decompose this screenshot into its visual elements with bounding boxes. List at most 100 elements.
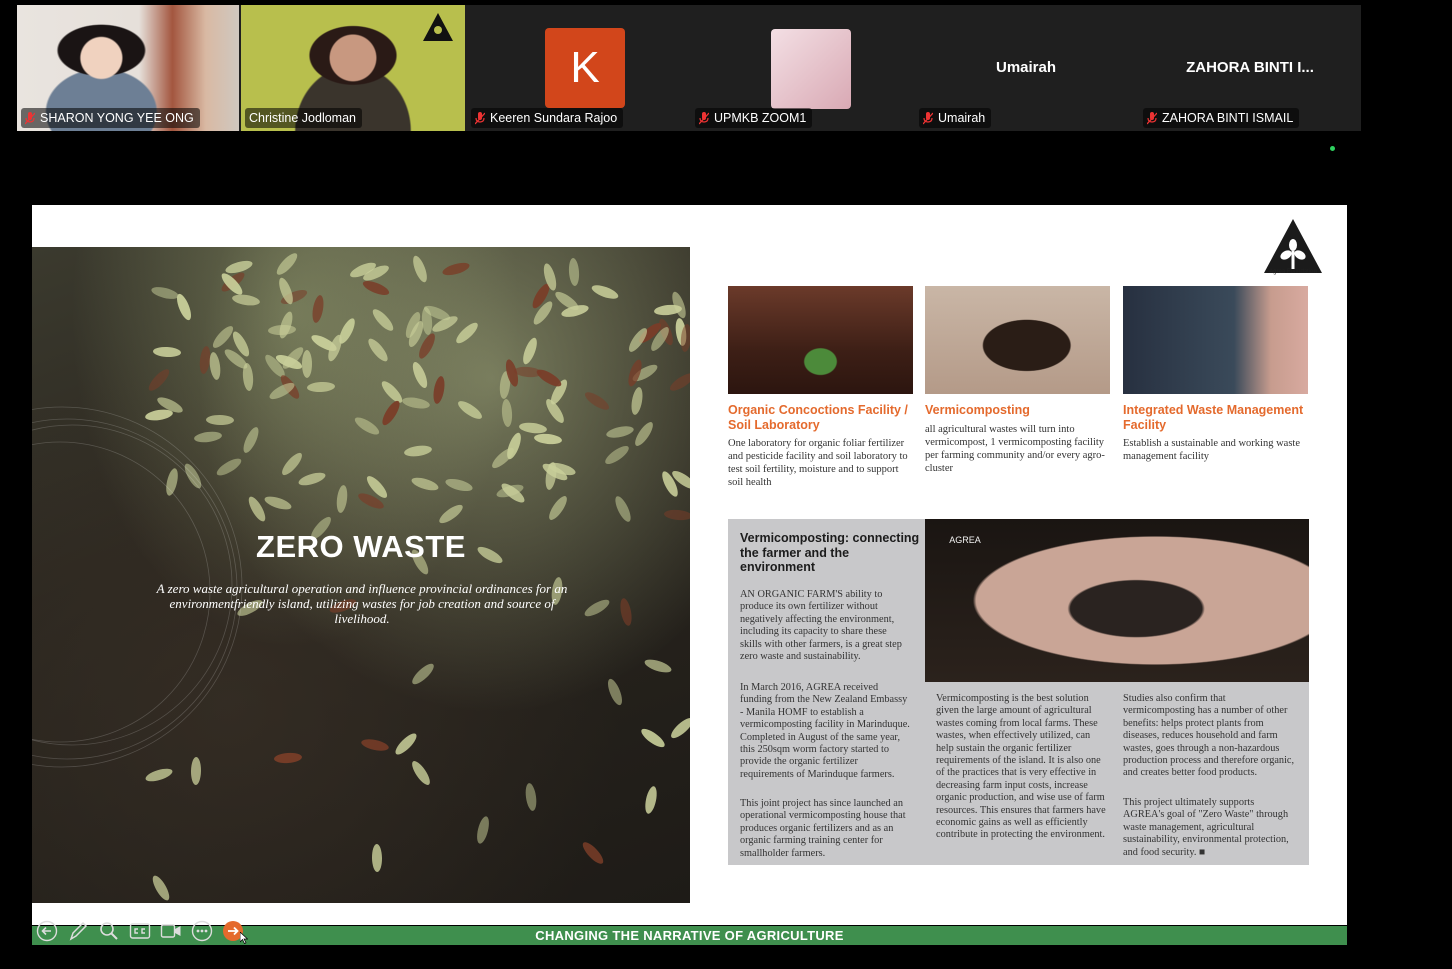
rice-grain (582, 388, 612, 413)
participant-name-tag: SHARON YONG YEE ONG (21, 108, 200, 128)
rice-grain (667, 370, 690, 395)
cc-icon (129, 923, 150, 939)
slide-subtitle: A zero waste agricultural operation and … (156, 581, 568, 626)
participant-tile-3[interactable]: K Keeren Sundara Rajoo (467, 5, 689, 131)
rice-grain (379, 377, 406, 406)
participant-name-tag: Keeren Sundara Rajoo (471, 108, 624, 128)
arrow-left-icon (36, 920, 57, 942)
rice-grain (352, 414, 382, 438)
rice-grain (603, 442, 632, 468)
more-icon (191, 920, 212, 942)
rice-grain (444, 476, 474, 494)
feature-body: One laboratory for organic foliar fertil… (728, 438, 908, 488)
rice-grain (409, 661, 437, 688)
rice-grain (643, 657, 674, 676)
rice-grain (474, 815, 491, 846)
rice-grain (400, 395, 431, 410)
rice-grain (453, 319, 481, 347)
rice-grain (604, 677, 625, 707)
rice-grain (533, 432, 563, 446)
pen-button[interactable] (65, 919, 90, 944)
article-paragraph: AN ORGANIC FARM'S ability to produce its… (740, 589, 902, 663)
rice-grain (410, 253, 431, 284)
article-paragraph: Vermicomposting is the best solution giv… (936, 693, 1106, 841)
rice-grain (336, 315, 359, 346)
rice-grain (632, 419, 657, 449)
feature-body: all agricultural wastes will turn into v… (925, 424, 1105, 474)
rice-grain (310, 294, 326, 325)
rice-grain (273, 250, 301, 279)
rice-grain (605, 424, 635, 440)
rice-grain (455, 397, 485, 422)
participant-tile-6[interactable]: ZAHORA BINTI I... ZAHORA BINTI ISMAIL (1139, 5, 1361, 131)
previous-slide-button[interactable] (34, 919, 59, 944)
rice-grain (501, 399, 514, 428)
camera-button[interactable] (158, 919, 183, 944)
logo-icon (423, 13, 453, 41)
rice-grain (582, 596, 612, 620)
rice-grain (392, 730, 420, 758)
participant-tile-5[interactable]: Umairah Umairah (915, 5, 1137, 131)
magnifier-icon (99, 922, 118, 940)
rice-grain (629, 386, 645, 417)
participant-strip: SHARON YONG YEE ONG Christine Jodloman K… (17, 5, 1361, 131)
zoom-button[interactable] (96, 919, 121, 944)
participant-name: ZAHORA BINTI ISMAIL (1162, 111, 1294, 125)
slideshow-toolbar (34, 918, 245, 944)
muted-mic-icon (25, 111, 35, 125)
rice-grain (149, 873, 173, 903)
rice-grain (545, 493, 570, 523)
rice-grain (580, 838, 607, 867)
participant-name: Keeren Sundara Rajoo (490, 111, 618, 125)
rice-grain (440, 259, 471, 278)
article-paragraph: In March 2016, AGREA received funding fr… (740, 682, 910, 780)
rice-grain (663, 508, 690, 522)
participant-display-name: ZAHORA BINTI I... (1186, 59, 1314, 76)
vermicompost-hands-image (925, 286, 1110, 394)
rice-grain (231, 292, 261, 307)
participant-name-tag: Umairah (919, 108, 992, 128)
circle-pattern-decoration (32, 406, 243, 768)
rice-grain (568, 257, 581, 287)
video-camera-icon (160, 924, 180, 938)
rice-grain (489, 445, 517, 472)
rice-grain (379, 398, 403, 428)
muted-mic-icon (1147, 111, 1157, 125)
feature-title: Integrated Waste Management Facility (1123, 403, 1304, 432)
share-indicator-icon (1330, 146, 1335, 151)
participant-name-tag: Christine Jodloman (245, 108, 362, 128)
rice-grain (365, 336, 391, 365)
participant-tile-1[interactable]: SHARON YONG YEE ONG (17, 5, 239, 131)
rice-grain (360, 737, 390, 753)
muted-mic-icon (923, 111, 933, 125)
participant-name-tag: UPMKB ZOOM1 (695, 108, 813, 128)
slide-title: ZERO WASTE (256, 529, 466, 564)
rice-grain (409, 758, 434, 787)
worms-in-hand-image (925, 519, 1309, 682)
participant-tile-4[interactable]: UPMKB ZOOM1 (691, 5, 913, 131)
avatar (771, 29, 851, 109)
presentation-slide: ZERO WASTE A zero waste agricultural ope… (32, 205, 1347, 925)
agrea-mark-label: AGREA (949, 535, 981, 545)
more-options-button[interactable] (189, 919, 214, 944)
subtitles-button[interactable] (127, 919, 152, 944)
participant-name: UPMKB ZOOM1 (714, 111, 807, 125)
participant-tile-2[interactable]: Christine Jodloman (241, 5, 465, 131)
participant-name: SHARON YONG YEE ONG (40, 111, 194, 125)
article-paragraph: Studies also confirm that vermicompostin… (1123, 693, 1295, 779)
rice-grain (431, 375, 447, 405)
rice-grains-image: ZERO WASTE A zero waste agricultural ope… (32, 247, 690, 903)
article-title: Vermicomposting: connecting the farmer a… (740, 531, 920, 574)
avatar: K (545, 28, 625, 108)
rice-grain (403, 444, 433, 459)
participant-display-name: Umairah (995, 59, 1057, 76)
rice-grain (534, 366, 564, 390)
logo-caption: Agrea Foundation (1269, 269, 1317, 275)
soil-lab-image (728, 286, 913, 394)
rice-grain (617, 596, 634, 627)
feature-title: Vermicomposting (925, 403, 1030, 417)
rice-grain (590, 282, 620, 302)
waste-management-image (1123, 286, 1308, 394)
rice-grain (524, 782, 538, 812)
muted-mic-icon (699, 111, 709, 125)
